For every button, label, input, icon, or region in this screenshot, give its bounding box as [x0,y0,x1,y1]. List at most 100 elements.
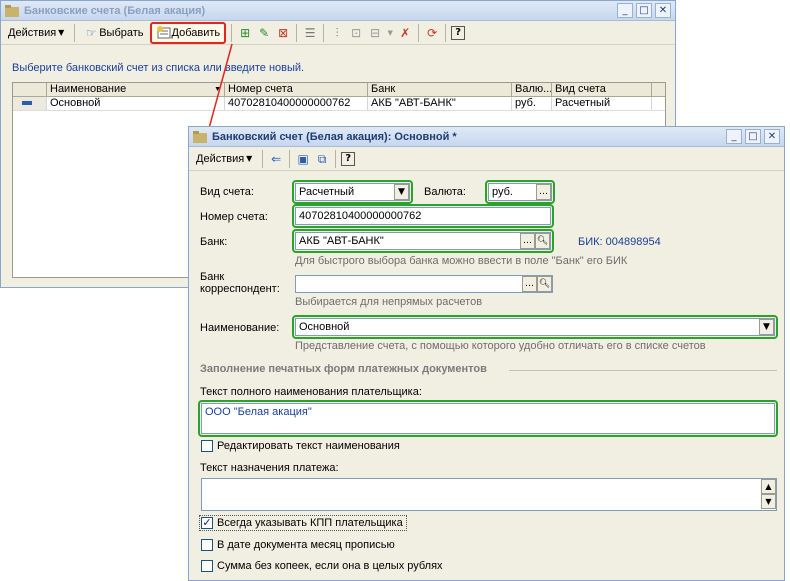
toolbar-divider [262,149,264,168]
toolbar-divider [289,149,291,168]
edit-row-icon[interactable]: ✎ [256,25,272,41]
edit-name-checkbox[interactable] [201,440,213,452]
list-window-titlebar[interactable]: Банковские счета (Белая акация) _ □ ✕ [1,1,675,21]
toolbar-divider [323,23,325,42]
maximize-button[interactable]: □ [636,3,652,18]
table-header-marker [13,83,47,96]
delete-row-icon[interactable]: ⊠ [275,25,291,41]
cell-bank: АКБ "АВТ-БАНК" [368,97,512,110]
section-divider [509,370,777,371]
select-label: Выбрать [99,26,144,39]
column-header-name[interactable]: Наименование ▼ [47,83,225,96]
tree-icon[interactable]: ⊡ [348,25,364,41]
minimize-button[interactable]: _ [726,129,742,144]
currency-label: Валюта: [424,186,466,198]
cell-type: Расчетный [552,97,652,110]
actions-label: Действия [196,152,245,165]
close-button[interactable]: ✕ [764,129,780,144]
name-hint: Представление счета, с помощью которого … [295,340,706,352]
account-type-value: Расчетный [299,186,355,198]
corr-bank-select-button[interactable]: … [522,276,537,292]
minimize-button[interactable]: _ [617,3,633,18]
account-number-field[interactable]: 40702810400000000762 [295,207,551,225]
no-kopecks-checkbox-label[interactable]: Сумма без копеек, если она в целых рубля… [217,560,443,572]
chevron-down-icon[interactable]: ▼ [386,25,394,41]
save-close-icon[interactable]: ⧉ [314,151,330,167]
folder-icon [193,130,207,143]
bik-text: БИК: 004898954 [578,236,661,248]
month-words-checkbox-label[interactable]: В дате документа месяц прописью [217,539,395,551]
save-icon[interactable]: ▣ [295,151,311,167]
scroll-down-button[interactable]: ▼ [761,494,776,509]
payer-full-name-textarea[interactable]: ООО "Белая акация" [201,403,775,434]
hierarchy-icon[interactable]: ☰ [302,25,318,41]
toolbar-divider [231,23,233,42]
form-window-title: Банковский счет (Белая акация): Основной… [212,130,457,143]
select-button[interactable]: ☞ Выбрать [80,23,146,43]
form-actions-menu-button[interactable]: Действия ▼ [193,149,257,169]
edit-name-checkbox-label[interactable]: Редактировать текст наименования [217,440,400,452]
help-icon[interactable]: ? [451,25,466,40]
select-icon: ☞ [85,25,97,40]
magnifier-icon: 🔍︎ [536,236,549,246]
account-number-value: 40702810400000000762 [299,210,422,222]
form-window-titlebar[interactable]: Банковский счет (Белая акация): Основной… [189,127,784,147]
clear-filter-icon[interactable]: ✗ [397,25,413,41]
toolbar-divider [74,23,76,42]
filter-icon[interactable]: ⫶ [329,25,345,41]
column-header-bank[interactable]: Банк [368,83,512,96]
column-header-currency[interactable]: Валю... [512,83,552,96]
toolbar-divider [296,23,298,42]
sort-icon[interactable]: ⊟ [367,25,383,41]
copy-row-icon[interactable]: ⊞ [237,25,253,41]
list-window-title: Банковские счета (Белая акация) [24,4,206,17]
bank-select-button[interactable]: … [520,233,535,249]
row-marker [13,97,47,110]
bank-account-form-window: Банковский счет (Белая акация): Основной… [188,126,785,581]
toolbar-divider [335,149,337,168]
post-arrow-icon[interactable]: ⇐ [268,151,284,167]
no-kopecks-checkbox[interactable] [201,560,213,572]
folder-icon [5,4,19,17]
toolbar-divider [445,23,447,42]
sort-desc-icon: ▼ [214,86,221,93]
scroll-up-button[interactable]: ▲ [761,479,776,494]
help-icon[interactable]: ? [341,151,356,166]
payer-full-name-value: ООО "Белая акация" [205,406,312,418]
payment-purpose-textarea[interactable] [201,478,777,511]
kpp-checkbox[interactable]: ✓ [201,517,213,529]
currency-value: руб. [492,186,513,198]
refresh-icon[interactable]: ⟳ [424,25,440,41]
print-section-header: Заполнение печатных форм платежных докум… [200,363,487,375]
name-value: Основной [299,321,350,333]
account-type-select[interactable]: Расчетный [295,183,410,201]
table-row[interactable]: Основной 40702810400000000762 АКБ "АВТ-Б… [13,97,665,111]
bank-search-button[interactable]: 🔍︎ [535,233,550,249]
actions-label: Действия [8,26,57,39]
bank-hint: Для быстрого выбора банка можно ввести в… [295,255,628,267]
name-field[interactable]: Основной [295,318,775,336]
currency-select-button[interactable]: … [536,184,551,200]
add-label: Добавить [171,26,221,39]
column-header-account[interactable]: Номер счета [225,83,368,96]
account-type-dropdown-button[interactable]: ▼ [394,184,409,200]
kpp-checkbox-label[interactable]: Всегда указывать КПП плательщика [217,517,403,529]
name-label: Наименование: [200,322,280,334]
corr-bank-field[interactable] [295,275,553,293]
cell-account: 40702810400000000762 [225,97,368,110]
corr-bank-search-button[interactable]: 🔍︎ [537,276,552,292]
actions-menu-button[interactable]: Действия ▼ [5,23,69,43]
account-number-label: Номер счета: [200,211,268,223]
month-words-checkbox[interactable] [201,539,213,551]
name-dropdown-button[interactable]: ▼ [759,319,774,335]
toolbar-divider [418,23,420,42]
bank-field[interactable]: АКБ "АВТ-БАНК" [295,232,551,250]
list-toolbar: Действия ▼ ☞ Выбрать Добавить ⊞ ✎ ⊠ ☰ ⫶ … [1,21,675,45]
maximize-button[interactable]: □ [745,129,761,144]
corr-bank-hint: Выбирается для непрямых расчетов [295,296,483,308]
close-button[interactable]: ✕ [655,3,671,18]
add-button[interactable]: Добавить [149,21,227,44]
column-header-type[interactable]: Вид счета [552,83,652,96]
corr-bank-label-line1: Банк [200,271,225,283]
bank-value: АКБ "АВТ-БАНК" [299,235,384,247]
